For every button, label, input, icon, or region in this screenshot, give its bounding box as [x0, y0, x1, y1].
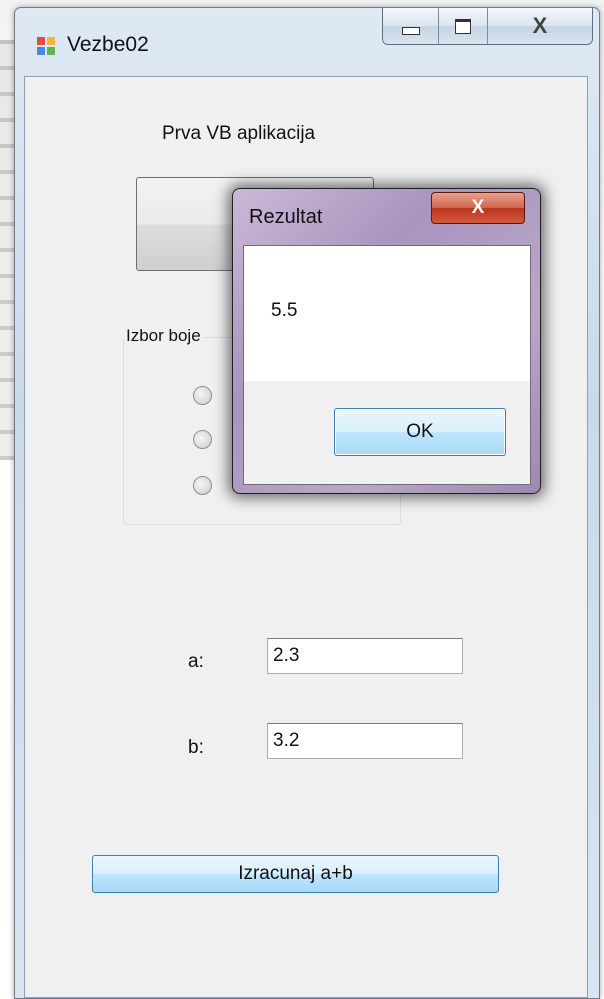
color-radio-2[interactable] — [193, 430, 212, 449]
field-b-label: b: — [188, 737, 204, 758]
close-icon: X — [532, 13, 548, 38]
background-window-edge — [0, 40, 14, 460]
close-button[interactable]: X — [488, 8, 592, 44]
app-icon — [37, 37, 57, 57]
main-window: Vezbe02 X Prva VB aplikacija Z Izbor boj… — [14, 7, 600, 999]
dialog-client-area: 5.5 OK — [243, 245, 531, 485]
field-a-label: a: — [188, 651, 204, 672]
maximize-button[interactable] — [439, 8, 489, 44]
dialog-message-area: 5.5 — [244, 246, 530, 381]
calculate-button[interactable]: Izracunaj a+b — [92, 855, 499, 893]
minimize-icon — [401, 27, 420, 35]
dialog-ok-button[interactable]: OK — [334, 408, 506, 456]
color-radio-3[interactable] — [193, 476, 212, 495]
field-a-input[interactable]: 2.3 — [267, 638, 463, 674]
groupbox-label: Izbor boje — [124, 326, 203, 346]
dialog-message-text: 5.5 — [271, 300, 298, 321]
caption-buttons: X — [382, 8, 593, 45]
color-radio-1[interactable] — [193, 386, 212, 405]
minimize-button[interactable] — [383, 8, 440, 44]
dialog-title: Rezultat — [249, 206, 323, 228]
close-icon: X — [471, 197, 485, 218]
title-bar[interactable]: Vezbe02 X — [15, 8, 599, 76]
dialog-close-button[interactable]: X — [431, 192, 525, 224]
result-message-box: Rezultat X 5.5 OK — [232, 188, 541, 494]
window-title: Vezbe02 — [67, 33, 149, 56]
maximize-icon — [455, 18, 472, 34]
form-heading-label: Prva VB aplikacija — [162, 123, 316, 144]
field-b-input[interactable]: 3.2 — [267, 723, 463, 759]
